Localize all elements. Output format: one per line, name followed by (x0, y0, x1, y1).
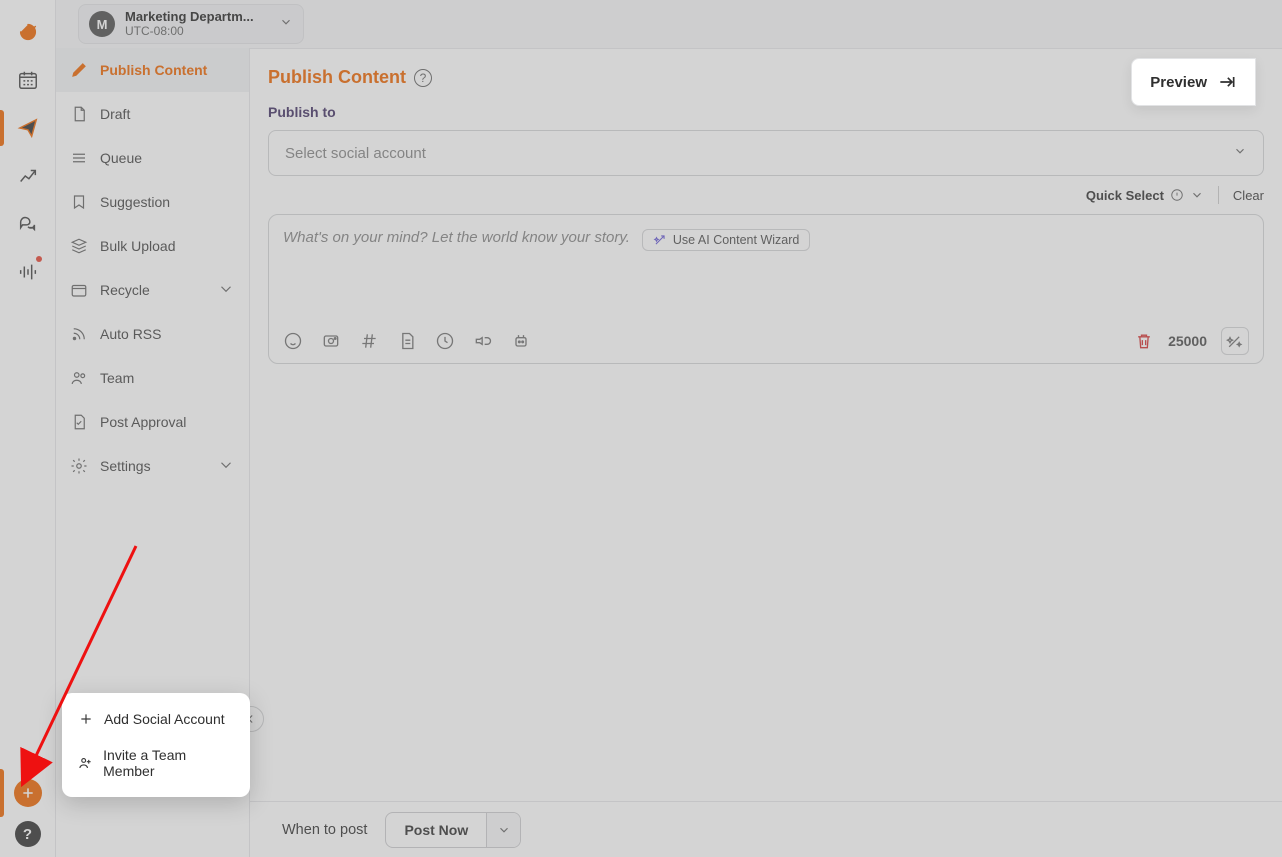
app-logo[interactable] (0, 8, 56, 56)
plugin-icon[interactable] (473, 331, 493, 351)
chevron-down-icon (486, 813, 520, 847)
workspace-avatar: M (89, 11, 115, 37)
trash-icon[interactable] (1134, 331, 1154, 351)
page-title: Publish Content (268, 67, 406, 88)
notification-dot-icon (36, 256, 42, 262)
preview-label: Preview (1150, 74, 1207, 91)
schedule-bar: When to post Post Now (250, 801, 1282, 857)
subnav-label: Queue (100, 150, 142, 166)
subnav-bulk-upload[interactable]: Bulk Upload (56, 224, 249, 268)
subnav-team[interactable]: Team (56, 356, 249, 400)
schedule-icon[interactable] (435, 331, 455, 351)
clear-button[interactable]: Clear (1233, 188, 1264, 203)
subnav-label: Draft (100, 106, 130, 122)
add-social-account-item[interactable]: Add Social Account (62, 701, 250, 737)
ai-chip-label: Use AI Content Wizard (673, 233, 799, 247)
subnav-auto-rss[interactable]: Auto RSS (56, 312, 249, 356)
nav-calendar[interactable] (0, 56, 56, 104)
when-to-post-select[interactable]: Post Now (385, 812, 521, 848)
chevron-down-icon (217, 456, 235, 477)
post-composer[interactable]: What's on your mind? Let the world know … (268, 214, 1264, 364)
subnav-draft[interactable]: Draft (56, 92, 249, 136)
subnav-post-approval[interactable]: Post Approval (56, 400, 249, 444)
popup-item-label: Add Social Account (104, 711, 225, 727)
when-to-post-label: When to post (282, 822, 367, 838)
workspace-timezone: UTC-08:00 (125, 25, 265, 39)
ai-robot-icon[interactable] (511, 331, 531, 351)
subnav-publish-content[interactable]: Publish Content (56, 48, 249, 92)
subnav-settings[interactable]: Settings (56, 444, 249, 488)
divider (1218, 186, 1219, 204)
workspace-name: Marketing Departm... (125, 10, 265, 25)
help-icon[interactable]: ? (414, 69, 432, 87)
chevron-down-icon (279, 15, 293, 34)
subnav-queue[interactable]: Queue (56, 136, 249, 180)
template-icon[interactable] (397, 331, 417, 351)
image-icon[interactable] (321, 331, 341, 351)
nav-listen[interactable] (0, 248, 56, 296)
invite-team-member-item[interactable]: Invite a Team Member (62, 737, 250, 789)
nav-publish[interactable] (0, 104, 56, 152)
emoji-icon[interactable] (283, 331, 303, 351)
subnav-label: Suggestion (100, 194, 170, 210)
character-count: 25000 (1168, 333, 1207, 349)
help-button[interactable]: ? (15, 821, 41, 847)
quick-select-label: Quick Select (1086, 188, 1164, 203)
add-menu-wrapper (0, 779, 56, 807)
popup-item-label: Invite a Team Member (103, 747, 234, 779)
chevron-down-icon (1233, 144, 1247, 162)
magic-wand-button[interactable] (1221, 327, 1249, 355)
ai-content-wizard-button[interactable]: Use AI Content Wizard (642, 229, 810, 251)
nav-analytics[interactable] (0, 152, 56, 200)
preview-button[interactable]: Preview (1131, 58, 1256, 106)
social-account-select[interactable]: Select social account (268, 130, 1264, 176)
subnav-label: Publish Content (100, 62, 207, 78)
subnav-suggestion[interactable]: Suggestion (56, 180, 249, 224)
subnav-label: Recycle (100, 282, 150, 298)
subnav-label: Settings (100, 458, 151, 474)
hashtag-icon[interactable] (359, 331, 379, 351)
subnav-label: Bulk Upload (100, 238, 176, 254)
add-menu-popup: Add Social Account Invite a Team Member (62, 693, 250, 797)
publish-to-label: Publish to (268, 104, 1264, 120)
when-to-post-value: Post Now (386, 813, 486, 847)
composer-placeholder: What's on your mind? Let the world know … (283, 229, 630, 246)
chevron-down-icon (217, 280, 235, 301)
nav-engage[interactable] (0, 200, 56, 248)
select-placeholder: Select social account (285, 145, 426, 162)
subnav-label: Auto RSS (100, 326, 161, 342)
add-button[interactable] (14, 779, 42, 807)
quick-select-button[interactable]: Quick Select (1086, 188, 1204, 203)
chevron-down-icon (1190, 188, 1204, 202)
main-panel: Publish Content ? Publish to Select soci… (250, 48, 1282, 857)
workspace-selector[interactable]: M Marketing Departm... UTC-08:00 (78, 4, 304, 44)
left-rail: ? (0, 0, 56, 857)
subnav-label: Post Approval (100, 414, 186, 430)
subnav-recycle[interactable]: Recycle (56, 268, 249, 312)
subnav-label: Team (100, 370, 134, 386)
